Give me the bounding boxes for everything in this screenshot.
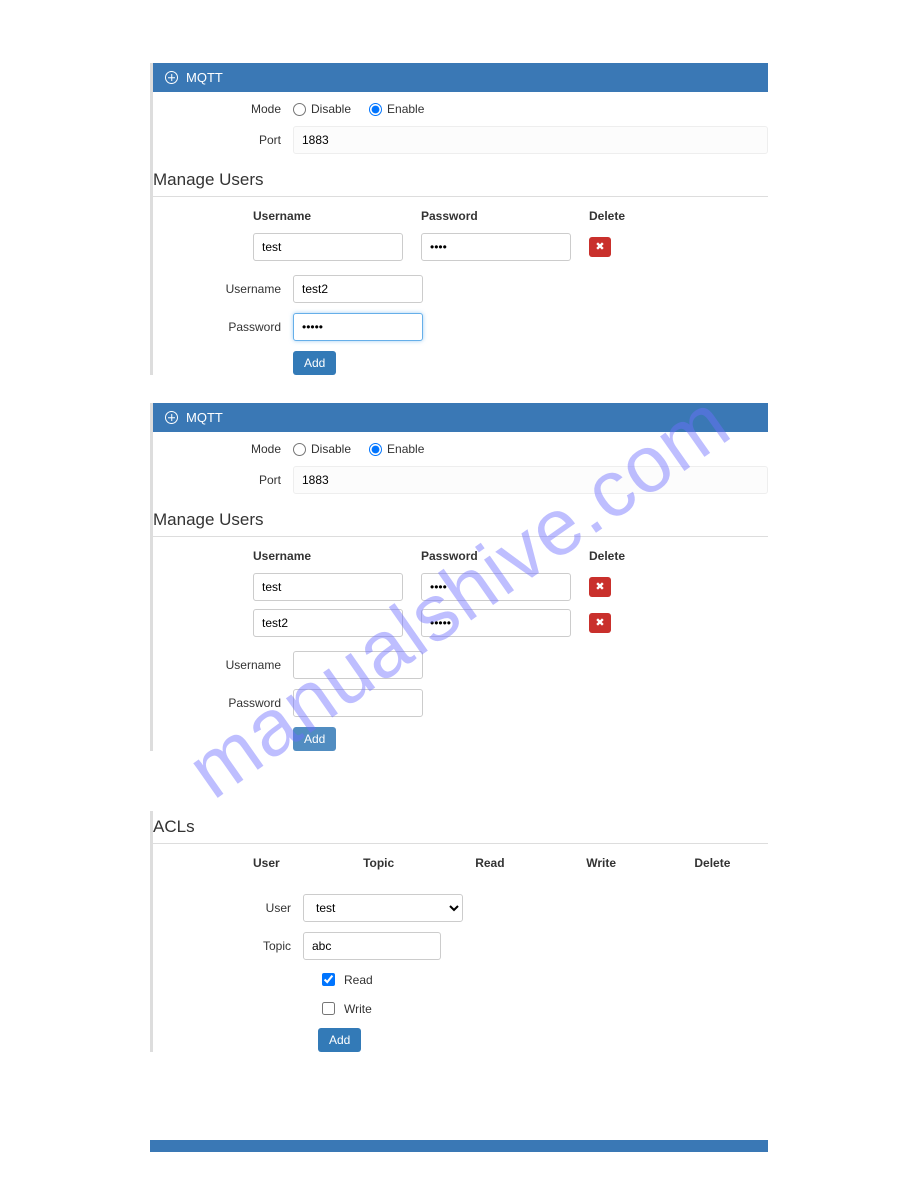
mode-disable-option[interactable]: Disable xyxy=(293,102,351,116)
col-username: Username xyxy=(253,209,403,223)
acl-add-button[interactable]: Add xyxy=(318,1028,361,1052)
user-password-input[interactable] xyxy=(421,573,571,601)
acl-topic-input[interactable] xyxy=(303,932,441,960)
acl-user-select[interactable]: test xyxy=(303,894,463,922)
acl-col-read: Read xyxy=(434,856,545,870)
user-row: ✖ xyxy=(253,573,768,601)
port-label: Port xyxy=(153,133,293,147)
add-password-label: Password xyxy=(153,320,293,334)
acl-read-label: Read xyxy=(344,973,373,987)
footer-bar xyxy=(150,1140,768,1152)
user-row: ✖ xyxy=(253,233,768,261)
acl-col-delete: Delete xyxy=(657,856,768,870)
add-user-button[interactable]: Add xyxy=(293,727,336,751)
delete-user-button[interactable]: ✖ xyxy=(589,237,611,257)
acl-write-label: Write xyxy=(344,1002,372,1016)
plus-circle-icon xyxy=(165,411,178,424)
add-password-input[interactable] xyxy=(293,689,423,717)
plus-circle-icon xyxy=(165,71,178,84)
mode-enable-radio[interactable] xyxy=(369,443,382,456)
mqtt-panel-1: MQTT Mode Disable Enable Port xyxy=(150,63,768,375)
add-password-input[interactable] xyxy=(293,313,423,341)
user-password-input[interactable] xyxy=(421,609,571,637)
panel-header[interactable]: MQTT xyxy=(153,63,768,92)
mode-label: Mode xyxy=(153,102,293,116)
manage-users-title: Manage Users xyxy=(153,164,768,197)
delete-user-button[interactable]: ✖ xyxy=(589,577,611,597)
add-username-input[interactable] xyxy=(293,651,423,679)
acls-title: ACLs xyxy=(153,811,768,844)
user-username-input[interactable] xyxy=(253,233,403,261)
mqtt-panel-2: MQTT Mode Disable Enable Port xyxy=(150,403,768,751)
port-input[interactable] xyxy=(293,126,768,154)
mode-enable-option[interactable]: Enable xyxy=(369,102,424,116)
mode-enable-radio[interactable] xyxy=(369,103,382,116)
acl-read-checkbox[interactable] xyxy=(322,973,335,986)
manage-users-title: Manage Users xyxy=(153,504,768,537)
user-password-input[interactable] xyxy=(421,233,571,261)
mode-disable-radio[interactable] xyxy=(293,103,306,116)
acl-write-checkbox[interactable] xyxy=(322,1002,335,1015)
acls-panel: ACLs User Topic Read Write Delete User t… xyxy=(150,811,768,1052)
acl-user-label: User xyxy=(153,901,303,915)
add-username-label: Username xyxy=(153,658,293,672)
port-input[interactable] xyxy=(293,466,768,494)
col-username: Username xyxy=(253,549,403,563)
add-user-button[interactable]: Add xyxy=(293,351,336,375)
col-password: Password xyxy=(421,209,571,223)
user-username-input[interactable] xyxy=(253,573,403,601)
add-password-label: Password xyxy=(153,696,293,710)
acl-col-topic: Topic xyxy=(323,856,434,870)
acl-col-write: Write xyxy=(546,856,657,870)
add-username-input[interactable] xyxy=(293,275,423,303)
user-row: ✖ xyxy=(253,609,768,637)
mode-disable-option[interactable]: Disable xyxy=(293,442,351,456)
panel-header[interactable]: MQTT xyxy=(153,403,768,432)
panel-title: MQTT xyxy=(186,410,223,425)
col-password: Password xyxy=(421,549,571,563)
user-username-input[interactable] xyxy=(253,609,403,637)
port-label: Port xyxy=(153,473,293,487)
delete-user-button[interactable]: ✖ xyxy=(589,613,611,633)
mode-label: Mode xyxy=(153,442,293,456)
acl-topic-label: Topic xyxy=(153,939,303,953)
col-delete: Delete xyxy=(589,209,649,223)
col-delete: Delete xyxy=(589,549,649,563)
mode-disable-radio[interactable] xyxy=(293,443,306,456)
acl-col-user: User xyxy=(253,856,323,870)
mode-enable-option[interactable]: Enable xyxy=(369,442,424,456)
panel-title: MQTT xyxy=(186,70,223,85)
add-username-label: Username xyxy=(153,282,293,296)
